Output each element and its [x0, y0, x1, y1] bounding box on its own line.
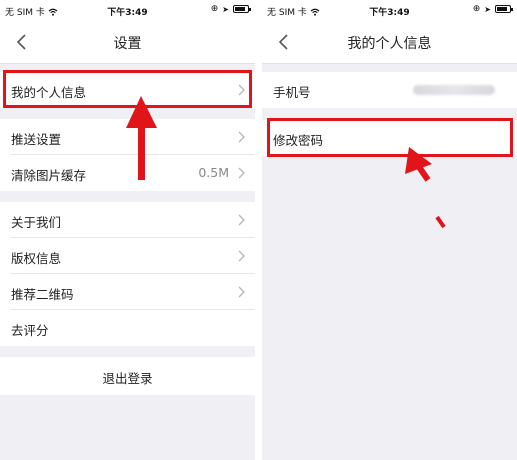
settings-item-copyright[interactable]: 版权信息: [0, 238, 255, 274]
settings-screen: 无 SIM 卡 下午3:49 ⊕ ➤ 设置 我的个人信息 推送设置 清除图片缓存…: [0, 0, 255, 460]
navigation-bar: 设置: [0, 20, 255, 64]
chevron-right-icon: [238, 214, 245, 226]
logout-button[interactable]: 退出登录: [0, 357, 255, 395]
chevron-right-icon: [238, 286, 245, 298]
location-arrow-icon: ➤: [484, 4, 491, 14]
chevron-right-icon: [238, 84, 245, 96]
settings-item-personal-info[interactable]: 我的个人信息: [0, 72, 255, 108]
status-bar: 无 SIM 卡 下午3:49 ⊕ ➤: [0, 0, 255, 20]
settings-item-about[interactable]: 关于我们: [0, 202, 255, 238]
logout-label: 退出登录: [102, 371, 153, 386]
phone-number-row: 手机号: [262, 72, 517, 108]
change-password-label: 修改密码: [273, 133, 324, 148]
settings-item-label: 我的个人信息: [11, 85, 87, 100]
chevron-right-icon: [238, 167, 245, 179]
settings-item-label: 去评分: [11, 323, 49, 338]
settings-item-label: 清除图片缓存: [11, 168, 87, 183]
lock-rotation-icon: ⊕: [472, 4, 481, 14]
settings-item-qrcode[interactable]: 推荐二维码: [0, 274, 255, 310]
profile-screen: 无 SIM 卡 下午3:49 ⊕ ➤ 我的个人信息 手机号 修改密码: [262, 0, 517, 460]
battery-icon: [495, 5, 513, 13]
status-bar: 无 SIM 卡 下午3:49 ⊕ ➤: [262, 0, 517, 20]
settings-item-rate[interactable]: 去评分: [0, 310, 255, 346]
chevron-right-icon: [238, 250, 245, 262]
battery-icon: [233, 5, 251, 13]
chevron-right-icon: [238, 131, 245, 143]
page-title: 设置: [113, 36, 142, 52]
settings-item-label: 关于我们: [11, 215, 62, 230]
navigation-bar: 我的个人信息: [262, 20, 517, 64]
phone-number-label: 手机号: [273, 85, 311, 100]
settings-item-push[interactable]: 推送设置: [0, 119, 255, 155]
cache-size-value: 0.5M: [198, 165, 229, 180]
location-arrow-icon: ➤: [222, 4, 229, 14]
change-password-row[interactable]: 修改密码: [262, 120, 517, 156]
settings-item-label: 版权信息: [11, 251, 62, 266]
lock-rotation-icon: ⊕: [210, 4, 219, 14]
settings-item-label: 推送设置: [11, 132, 62, 147]
phone-number-blurred: [413, 85, 495, 95]
settings-item-label: 推荐二维码: [11, 287, 74, 302]
page-title: 我的个人信息: [347, 36, 432, 52]
settings-item-clear-cache[interactable]: 清除图片缓存 0.5M: [0, 155, 255, 191]
